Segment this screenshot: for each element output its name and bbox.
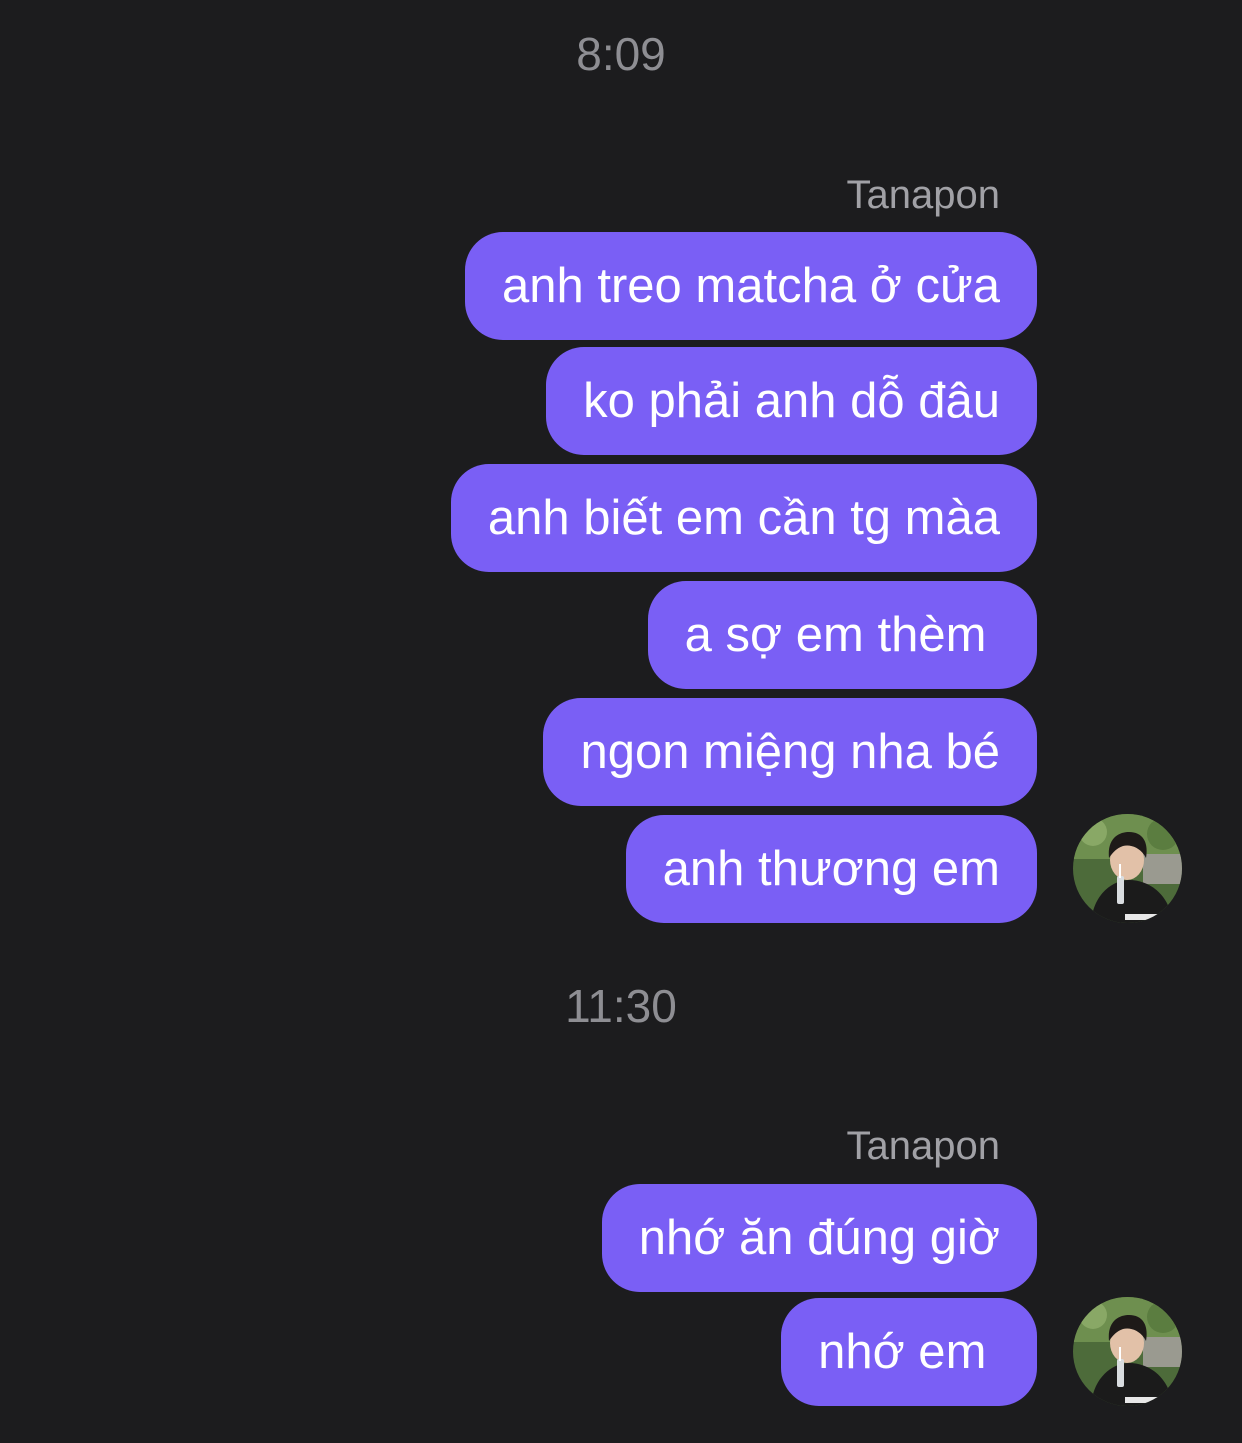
message-bubble[interactable]: nhớ ăn đúng giờ [601,1184,1037,1292]
avatar[interactable] [1073,1297,1182,1406]
message-bubble[interactable]: anh thương em [625,815,1037,923]
message-bubble[interactable]: ko phải anh dỗ đâu [546,347,1037,455]
message-bubble[interactable]: anh treo matcha ở cửa [464,232,1037,340]
sender-name: Tanapon [846,1124,1000,1168]
timestamp: 8:09 [576,28,666,80]
message-bubble[interactable]: a sợ em thèm [647,581,1037,689]
sender-name: Tanapon [846,173,1000,217]
avatar[interactable] [1073,814,1182,923]
avatar-photo-icon [1073,1297,1182,1406]
message-bubble[interactable]: ngon miệng nha bé [543,698,1037,806]
avatar-photo-icon [1073,814,1182,923]
timestamp: 11:30 [565,980,677,1032]
message-bubble[interactable]: nhớ em [781,1298,1037,1406]
message-bubble[interactable]: anh biết em cần tg màa [450,464,1037,572]
